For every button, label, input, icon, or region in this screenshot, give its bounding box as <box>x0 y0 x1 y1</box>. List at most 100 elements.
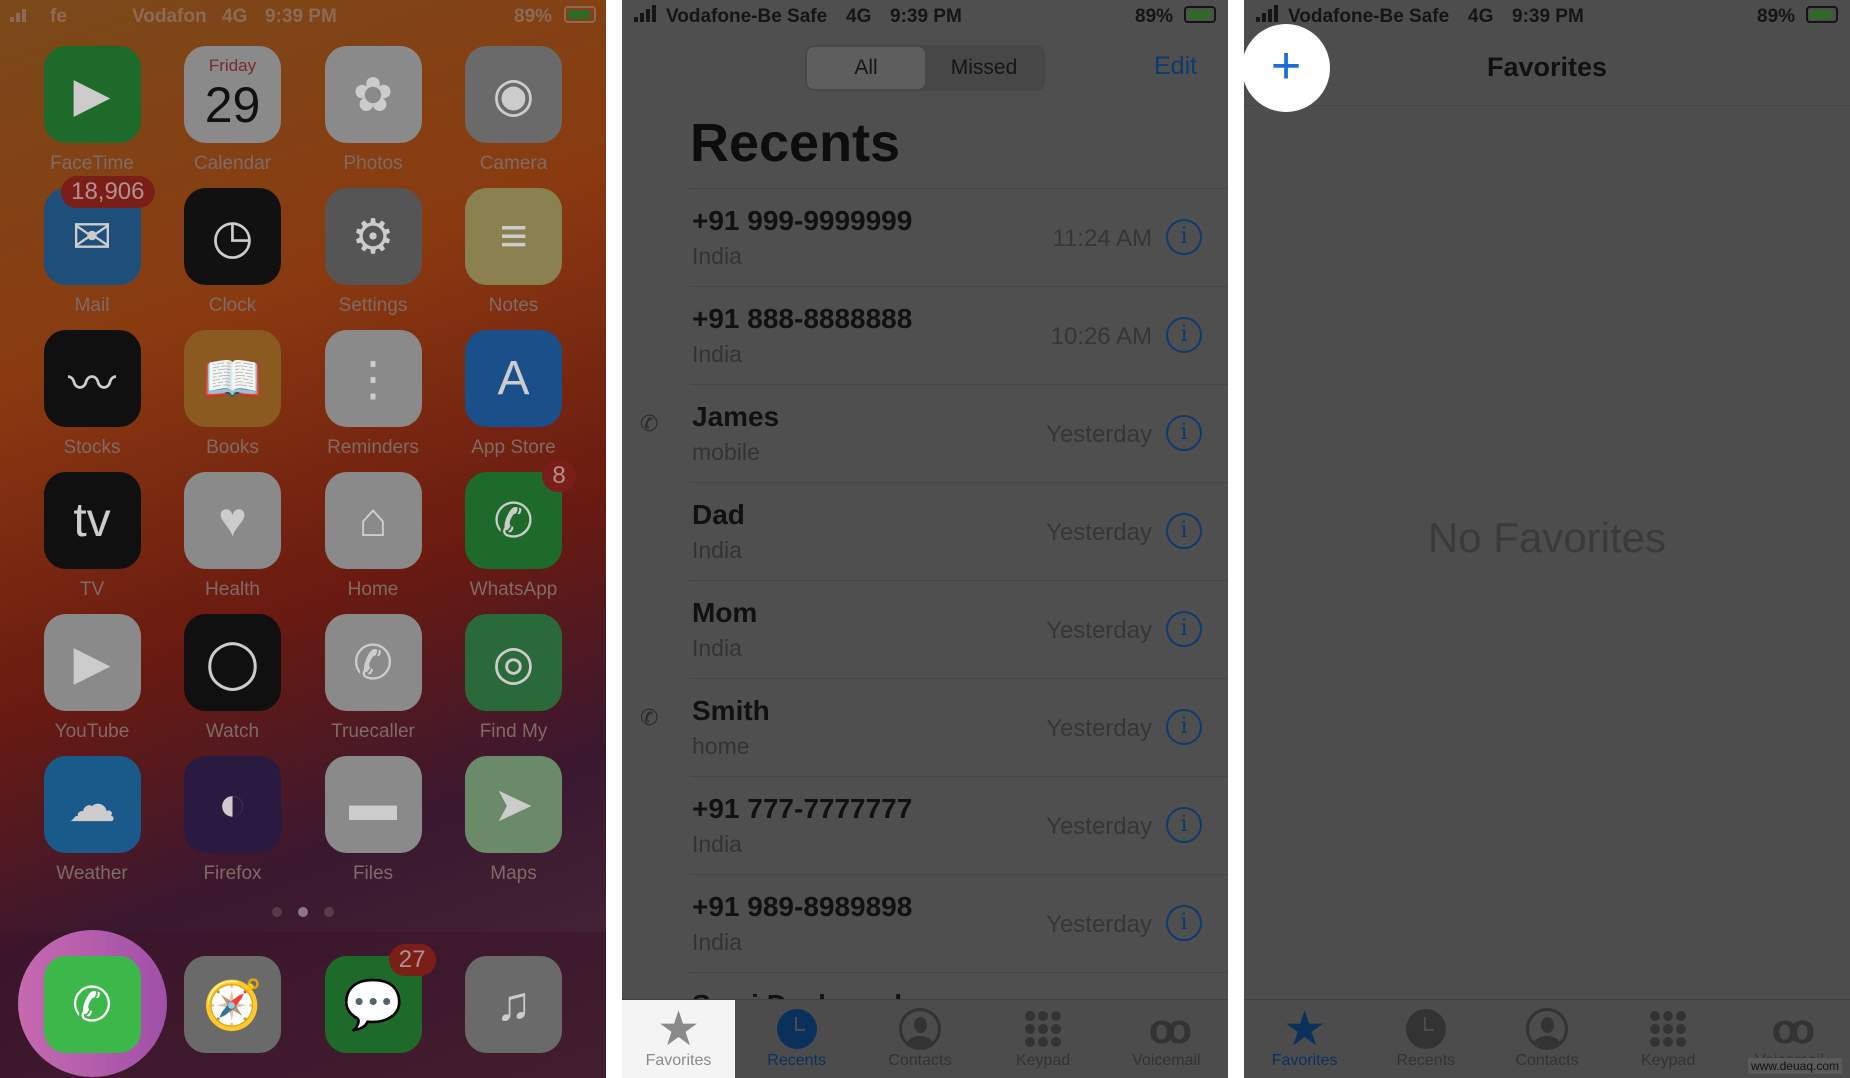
icon-glyph: 🧭 <box>202 979 263 1032</box>
app-facetime[interactable]: ▶ FaceTime <box>22 46 162 175</box>
app-label: Mail <box>74 295 110 316</box>
contact-name: +91 989-8989898 <box>692 891 913 922</box>
app-truecaller[interactable]: ✆ Truecaller <box>303 614 443 743</box>
app-home[interactable]: ⌂ Home <box>303 472 443 601</box>
info-icon[interactable]: i <box>1166 317 1202 353</box>
icon-glyph: ◯ <box>205 636 260 690</box>
notes-icon: ≡ <box>465 188 562 285</box>
home-icon: ⌂ <box>324 472 422 569</box>
contact-name: +91 999-9999999 <box>692 205 913 236</box>
info-icon[interactable]: i <box>1166 513 1202 549</box>
tab-bar: ★Favorites Recents Contacts Keypad ooVoicema… <box>622 999 1228 1078</box>
call-label: India <box>692 537 742 563</box>
call-time: Yesterday <box>1046 421 1152 448</box>
watermark: www.deuaq.com <box>1747 1058 1842 1074</box>
app-reminders[interactable]: ⋮ Reminders <box>303 330 443 459</box>
add-favorite-button[interactable]: + <box>1244 24 1330 112</box>
icon-glyph: ◉ <box>492 68 535 122</box>
segment-all[interactable]: All <box>807 47 925 89</box>
app-notes[interactable]: ≡ Notes <box>444 188 584 317</box>
app-books[interactable]: 📖 Books <box>163 330 303 459</box>
info-icon[interactable]: i <box>1166 415 1202 451</box>
app-camera[interactable]: ◉ Camera <box>444 46 584 175</box>
icon-glyph: ☁ <box>68 778 116 832</box>
tab-keypad[interactable]: Keypad <box>982 1000 1105 1078</box>
app-label: App Store <box>471 437 556 458</box>
tab-label: Contacts <box>888 1052 952 1069</box>
home-screen-panel: fe Vodafon 4G 9:39 PM 89% ▶ FaceTime Frida… <box>0 0 606 1078</box>
icon-glyph: tv <box>73 494 111 547</box>
battery-percent: 89% <box>514 6 553 27</box>
segment-missed[interactable]: Missed <box>925 47 1043 89</box>
carrier-label: Vodafone-Be Safe <box>666 6 828 27</box>
app-stocks[interactable]: 〰 Stocks <box>22 330 162 459</box>
carrier-label: fe <box>50 6 67 27</box>
dock-safari[interactable]: 🧭 <box>163 956 303 1053</box>
icon-glyph: ✆ <box>352 636 394 690</box>
call-row[interactable]: Dad India Yesterday i <box>690 482 1228 580</box>
app-label: FaceTime <box>50 153 134 174</box>
files-icon: ▬ <box>324 756 422 853</box>
divider <box>1244 105 1850 106</box>
info-icon[interactable]: i <box>1166 219 1202 255</box>
app-label: Weather <box>56 863 128 884</box>
tab-keypad[interactable]: Keypad <box>1608 1000 1729 1078</box>
app-health[interactable]: ♥ Health <box>163 472 303 601</box>
call-row[interactable]: +91 999-9999999 India 11:24 AM i <box>690 188 1228 286</box>
app-app-store[interactable]: A App Store <box>444 330 584 459</box>
page-indicator[interactable] <box>0 904 606 922</box>
tab-contacts[interactable]: Contacts <box>858 1000 981 1078</box>
page-dot[interactable] <box>298 907 308 917</box>
app-mail[interactable]: ✉ 18,906 Mail <box>22 176 162 317</box>
app-label: Files <box>352 863 394 884</box>
app-photos[interactable]: ✿ Photos <box>303 46 443 175</box>
page-dot[interactable] <box>324 907 334 917</box>
app-whatsapp[interactable]: ✆ 8 WhatsApp <box>444 460 584 601</box>
app-label: Find My <box>479 721 548 742</box>
tab-favorites[interactable]: ★ Favorites <box>1244 1000 1365 1078</box>
app-watch[interactable]: ◯ Watch <box>163 614 303 743</box>
app-find-my[interactable]: ◎ Find My <box>444 614 584 743</box>
outgoing-call-icon: ✆ <box>640 411 659 436</box>
app-label: Calendar <box>193 153 272 174</box>
call-row[interactable]: ✆ James mobile Yesterday i <box>640 384 1228 482</box>
app-calendar[interactable]: Friday 29 Calendar <box>163 46 303 175</box>
find-my-icon: ◎ <box>465 614 562 711</box>
tab-label: Keypad <box>1015 1052 1071 1069</box>
call-row[interactable]: +91 888-8888888 India 10:26 AM i <box>690 286 1228 384</box>
clock-face <box>776 1009 817 1049</box>
edit-button[interactable]: Edit <box>1154 52 1197 81</box>
app-files[interactable]: ▬ Files <box>303 756 443 885</box>
info-icon[interactable]: i <box>1166 611 1202 647</box>
app-youtube[interactable]: ▶ YouTube <box>22 614 162 743</box>
call-row[interactable]: +91 989-8989898 India Yesterday i <box>690 874 1228 972</box>
info-icon[interactable]: i <box>1166 709 1202 745</box>
app-tv[interactable]: tv TV <box>22 472 162 601</box>
tab-recents[interactable]: Recents <box>1365 1000 1486 1078</box>
tab-favorites[interactable]: ★ Favorites <box>622 1000 735 1078</box>
voicemail-icon: oo <box>1148 1005 1192 1052</box>
tab-label: Favorites <box>645 1052 712 1069</box>
tab-recents[interactable]: Recents <box>735 1000 858 1078</box>
app-settings[interactable]: ⚙ Settings <box>303 188 443 317</box>
app-label: Photos <box>343 153 403 174</box>
page-dot[interactable] <box>272 907 282 917</box>
app-firefox[interactable]: ◐ Firefox <box>163 756 303 885</box>
info-icon[interactable]: i <box>1166 905 1202 941</box>
icon-glyph: ⚙ <box>351 210 395 264</box>
calls-filter-segmented-control: All Missed <box>805 45 1045 91</box>
dock-phone[interactable]: ✆ <box>22 956 162 1053</box>
call-row[interactable]: +91 777-7777777 India Yesterday i <box>690 776 1228 874</box>
call-row[interactable]: ✆ Smith home Yesterday i <box>640 678 1228 776</box>
tab-voicemail[interactable]: ooVoicemail <box>1105 1000 1228 1078</box>
info-icon[interactable]: i <box>1166 807 1202 843</box>
app-weather[interactable]: ☁ Weather <box>22 756 162 885</box>
app-maps[interactable]: ➤ Maps <box>444 756 584 885</box>
keypad-icon <box>1608 1000 1729 1052</box>
call-row[interactable]: Mom India Yesterday i <box>690 580 1228 678</box>
dock-messages[interactable]: 💬 27 <box>303 944 443 1053</box>
dock-music[interactable]: ♫ <box>444 956 584 1053</box>
page-title: Favorites <box>1486 52 1608 82</box>
app-clock[interactable]: ◷ Clock <box>163 188 303 317</box>
tab-contacts[interactable]: Contacts <box>1486 1000 1607 1078</box>
